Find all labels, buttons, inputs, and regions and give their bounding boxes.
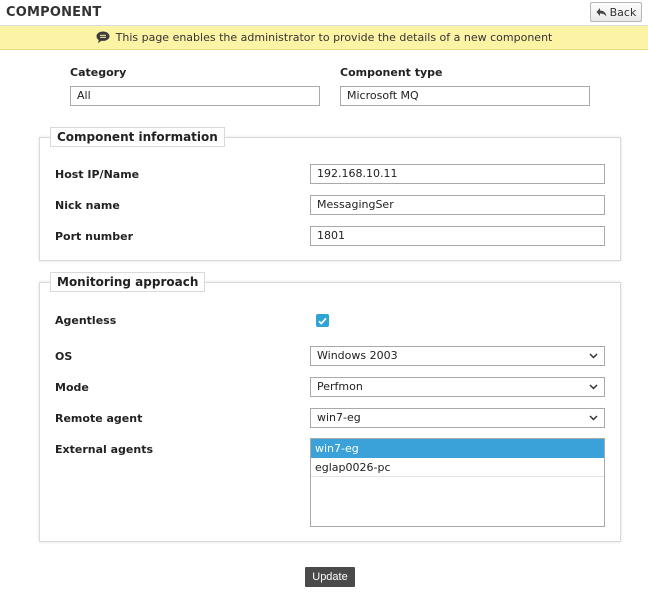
mode-select-value: Perfmon <box>317 380 363 393</box>
speech-bubble-icon <box>96 31 110 44</box>
chevron-down-icon <box>589 415 598 421</box>
nick-name-label: Nick name <box>55 199 120 212</box>
agentless-checkbox[interactable] <box>316 314 329 327</box>
host-label: Host IP/Name <box>55 168 140 181</box>
component-information-legend: Component information <box>50 127 225 147</box>
page-title: COMPONENT <box>6 5 102 20</box>
os-select-value: Windows 2003 <box>317 349 398 362</box>
category-field[interactable]: All <box>70 86 320 106</box>
mode-select[interactable]: Perfmon <box>310 377 605 397</box>
update-button[interactable]: Update <box>305 567 355 587</box>
external-agent-option[interactable]: eglap0026-pc <box>311 458 604 477</box>
monitoring-approach-section: Monitoring approach Agentless OS Windows… <box>39 272 621 542</box>
remote-agent-select-value: win7-eg <box>317 411 361 424</box>
category-group: Category All <box>70 66 320 106</box>
back-arrow-icon <box>596 8 607 17</box>
port-number-label: Port number <box>55 230 134 243</box>
component-type-field[interactable]: Microsoft MQ <box>340 86 590 106</box>
remote-agent-label: Remote agent <box>55 412 143 425</box>
info-message: This page enables the administrator to p… <box>115 31 553 44</box>
chevron-down-icon <box>589 353 598 359</box>
external-agents-listbox[interactable]: win7-eg eglap0026-pc <box>310 438 605 527</box>
component-type-label: Component type <box>340 66 443 79</box>
component-information-section: Component information Host IP/Name 192.1… <box>39 127 621 261</box>
back-button-label: Back <box>609 5 637 19</box>
os-label: OS <box>55 350 73 363</box>
mode-label: Mode <box>55 381 89 394</box>
nick-name-input[interactable]: MessagingSer <box>310 195 605 215</box>
monitoring-approach-legend: Monitoring approach <box>50 272 206 292</box>
check-icon <box>318 317 327 325</box>
os-select[interactable]: Windows 2003 <box>310 346 605 366</box>
host-input[interactable]: 192.168.10.11 <box>310 164 605 184</box>
external-agents-label: External agents <box>55 443 154 456</box>
component-type-group: Component type Microsoft MQ <box>340 66 590 106</box>
category-label: Category <box>70 66 127 79</box>
page-header: COMPONENT Back <box>0 0 648 26</box>
remote-agent-select[interactable]: win7-eg <box>310 408 605 428</box>
agentless-label: Agentless <box>55 314 117 327</box>
chevron-down-icon <box>589 384 598 390</box>
port-number-input[interactable]: 1801 <box>310 226 605 246</box>
external-agent-option[interactable]: win7-eg <box>311 439 604 458</box>
info-banner: This page enables the administrator to p… <box>0 26 648 50</box>
back-button[interactable]: Back <box>590 2 642 22</box>
